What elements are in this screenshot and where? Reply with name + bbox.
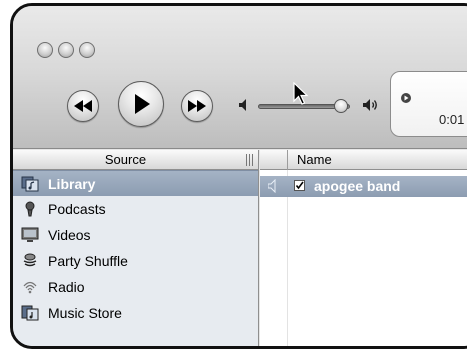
- column-separator[interactable]: [287, 150, 288, 170]
- close-button[interactable]: [37, 42, 53, 58]
- next-track-button[interactable]: [181, 90, 213, 122]
- radio-icon: [23, 281, 37, 294]
- status-display: 0:01: [390, 71, 467, 137]
- source-item-label: Library: [48, 176, 96, 192]
- volume-high-icon: [363, 99, 377, 111]
- library-icon: [21, 176, 39, 192]
- play-button[interactable]: [118, 81, 164, 127]
- play-icon: [135, 94, 150, 114]
- track-list-header: Name: [260, 150, 467, 170]
- mouse-pointer-icon: [293, 82, 309, 105]
- track-checkbox[interactable]: [294, 180, 305, 191]
- track-name: apogee band: [314, 178, 401, 194]
- volume-slider-knob[interactable]: [333, 99, 348, 113]
- fast-forward-icon: [188, 100, 206, 112]
- video-icon: [21, 227, 39, 242]
- source-item-library[interactable]: Library: [13, 170, 258, 196]
- volume-low-icon: [239, 99, 246, 111]
- previous-track-button[interactable]: [67, 90, 99, 122]
- source-header[interactable]: Source: [13, 150, 259, 170]
- minimize-button[interactable]: [58, 42, 74, 58]
- column-name-header[interactable]: Name: [297, 152, 332, 167]
- track-row[interactable]: apogee band: [260, 176, 467, 197]
- status-play-icon[interactable]: [401, 93, 411, 103]
- source-item-label: Videos: [48, 227, 91, 243]
- source-item-party-shuffle[interactable]: Party Shuffle: [13, 248, 258, 274]
- itunes-window: 0:01 Source Library Podcasts Videos Part…: [10, 3, 467, 349]
- source-item-label: Music Store: [48, 305, 122, 321]
- track-list: apogee band: [260, 170, 467, 346]
- now-playing-speaker-icon: [268, 179, 276, 193]
- source-list: Library Podcasts Videos Party Shuffle Ra…: [13, 170, 259, 346]
- source-item-radio[interactable]: Radio: [13, 274, 258, 300]
- party-shuffle-icon: [23, 253, 37, 267]
- source-item-music-store[interactable]: Music Store: [13, 300, 258, 326]
- source-header-label: Source: [104, 152, 147, 167]
- source-item-podcasts[interactable]: Podcasts: [13, 196, 258, 222]
- checkmark-icon: [295, 181, 304, 190]
- zoom-button[interactable]: [79, 42, 95, 58]
- rewind-icon: [74, 100, 92, 112]
- toolbar: 0:01: [13, 6, 467, 149]
- elapsed-time: 0:01: [439, 112, 465, 127]
- source-item-label: Radio: [48, 279, 85, 295]
- source-item-label: Party Shuffle: [48, 253, 128, 269]
- podcast-icon: [25, 201, 35, 217]
- source-item-videos[interactable]: Videos: [13, 222, 258, 248]
- resize-grip-icon[interactable]: [246, 154, 254, 166]
- music-store-icon: [21, 305, 39, 321]
- source-item-label: Podcasts: [48, 201, 106, 217]
